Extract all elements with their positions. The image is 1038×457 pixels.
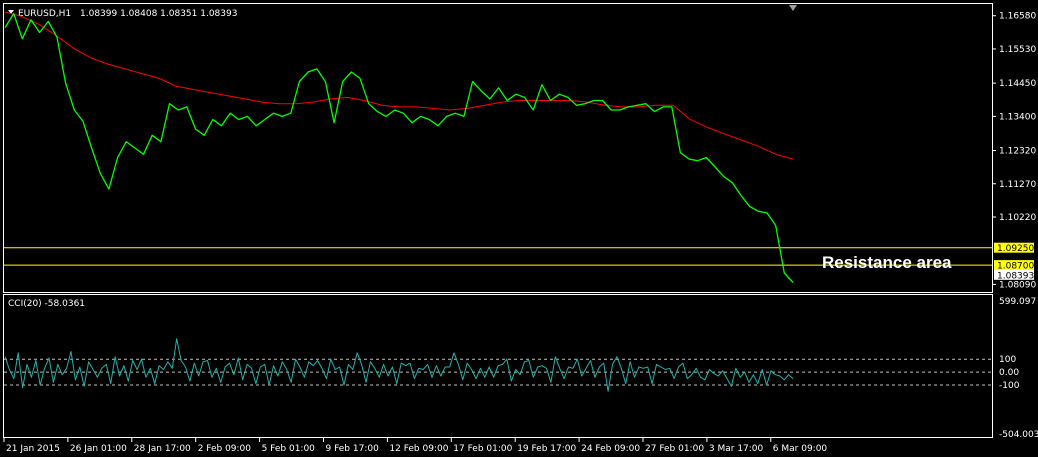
time-tick-label: 6 Mar 09:00	[773, 444, 828, 454]
time-tick-label: 26 Jan 01:00	[70, 444, 127, 454]
moving-average	[4, 11, 794, 160]
time-tick-label: 28 Jan 17:00	[134, 444, 191, 454]
price-pane-frame	[3, 3, 993, 293]
price-tick-label: 1.10220	[999, 213, 1036, 223]
time-tick-label: 12 Feb 09:00	[389, 444, 448, 454]
ohlc-readout: 1.08399 1.08408 1.08351 1.08393	[80, 9, 237, 19]
cci-tick-label: 0.00	[999, 368, 1019, 378]
price-tick-label: 1.13400	[999, 112, 1036, 122]
time-tick-label: 19 Feb 17:00	[517, 444, 576, 454]
current-price-label: 1.08393	[997, 271, 1034, 281]
time-tick-label: 9 Feb 17:00	[326, 444, 380, 454]
price-tick-label: 1.11270	[999, 180, 1036, 190]
resistance-area-label: Resistance area	[822, 253, 952, 272]
cci-line	[4, 338, 794, 392]
cci-axis: 599.097 100 0.00 -100 -504.003	[999, 297, 1038, 440]
shift-marker-icon[interactable]	[789, 5, 797, 11]
time-tick-label: 17 Feb 01:00	[453, 444, 512, 454]
price-tick-label: 1.15530	[999, 45, 1036, 55]
cci-series	[4, 338, 794, 392]
time-axis: 21 Jan 2015 26 Jan 01:00 28 Jan 17:00 2 Feb…	[3, 438, 828, 454]
price-tick-label: 1.08090	[999, 280, 1036, 290]
price-tick-label: 1.12320	[999, 147, 1036, 157]
time-tick-label: 27 Feb 01:00	[645, 444, 704, 454]
price-tick-label: 1.14450	[999, 79, 1036, 89]
price-series	[4, 12, 794, 283]
cci-tick-label: -100	[999, 381, 1020, 391]
time-tick-label: 2 Feb 09:00	[198, 444, 252, 454]
cci-level-lines	[4, 358, 992, 386]
time-tick-label: 21 Jan 2015	[6, 444, 60, 454]
cci-tick-label: 100	[999, 355, 1016, 365]
chart-canvas: EURUSD,H1 1.08399 1.08408 1.08351 1.0839…	[3, 3, 1038, 454]
price-tick-label: 1.16580	[999, 12, 1036, 22]
cci-label: CCI(20) -58.0361	[8, 299, 85, 309]
time-tick-label: 5 Feb 01:00	[262, 444, 316, 454]
symbol-label: EURUSD,H1	[18, 9, 71, 19]
time-tick-label: 3 Mar 17:00	[709, 444, 764, 454]
ma-line	[4, 11, 794, 160]
time-tick-label: 24 Feb 09:00	[581, 444, 640, 454]
price-line	[4, 12, 794, 283]
level-tag-label: 1.09250	[997, 244, 1034, 254]
cci-tick-label: -504.003	[999, 430, 1038, 440]
cci-tick-label: 599.097	[999, 297, 1036, 307]
level-tags: 1.092501.087001.08393	[994, 242, 1034, 281]
